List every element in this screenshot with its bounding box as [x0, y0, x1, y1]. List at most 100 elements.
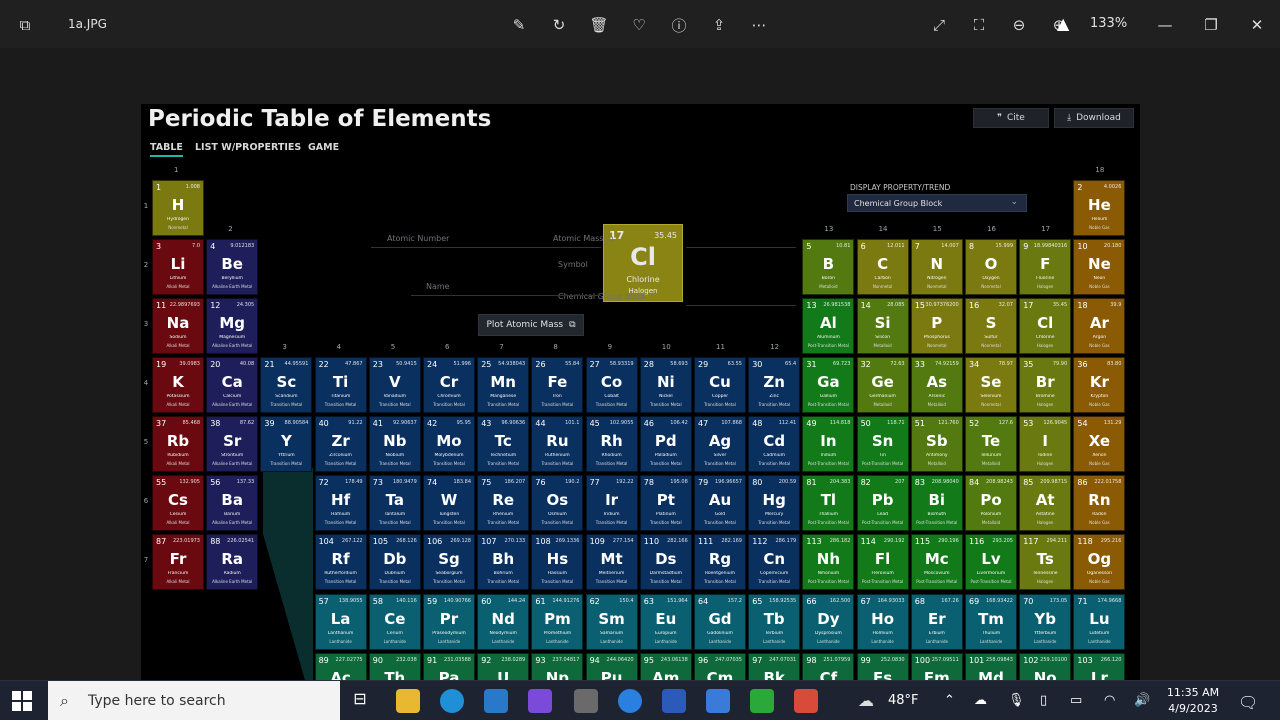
element-cell-re[interactable]: 75 186.207 Re Rhenium Transition Metal — [477, 475, 530, 531]
element-cell-ru[interactable]: 44 101.1 Ru Ruthenium Transition Metal — [531, 416, 584, 472]
element-cell-fe[interactable]: 26 55.84 Fe Iron Transition Metal — [531, 357, 584, 413]
element-cell-os[interactable]: 76 190.2 Os Osmium Transition Metal — [531, 475, 584, 531]
element-cell-h[interactable]: 1 1.008 H Hydrogen Nonmetal — [152, 180, 204, 236]
mail-icon[interactable] — [484, 689, 508, 713]
element-cell-fl[interactable]: 114 290.192 Fl Flerovium Post-Transition Met… — [856, 534, 909, 590]
element-cell-ag[interactable]: 47 107.868 Ag Silver Transition Metal — [694, 416, 746, 472]
element-cell-cr[interactable]: 24 51.996 Cr Chromium Transition Metal — [423, 357, 475, 413]
element-cell-co[interactable]: 27 58.93319 Co Cobalt Transition Metal — [585, 357, 638, 413]
download-button[interactable]: ⤓ Download — [1054, 108, 1134, 128]
element-cell-rf[interactable]: 104 267.122 Rf Rutherfordium Transition Meta… — [314, 534, 367, 590]
element-cell-as[interactable]: 33 74.92159 As Arsenic Metalloid — [910, 357, 963, 413]
file-explorer-icon[interactable] — [396, 689, 420, 713]
element-cell-cd[interactable]: 48 112.41 Cd Cadmium Transition Metal — [748, 416, 801, 472]
tab-list-properties[interactable]: LIST W/PROPERTIES — [195, 142, 301, 153]
element-cell-fr[interactable]: 87 223.01973 Fr Francium Alkali Metal — [152, 534, 204, 590]
element-cell-ti[interactable]: 22 47.867 Ti Titanium Transition Metal — [314, 357, 367, 413]
element-cell-mn[interactable]: 25 54.938043 Mn Manganese Transition Metal — [477, 357, 530, 413]
element-cell-s[interactable]: 16 32.07 S Sulfur Nonmetal — [965, 298, 1017, 354]
device-icon[interactable]: ▯ — [1040, 693, 1047, 708]
element-cell-at[interactable]: 85 209.98715 At Astatine Halogen — [1019, 475, 1072, 531]
tab-game[interactable]: GAME — [308, 142, 339, 153]
windows-start-icon[interactable] — [12, 691, 32, 711]
wifi-icon[interactable]: ◠ — [1104, 693, 1115, 708]
element-cell-se[interactable]: 34 78.97 Se Selenium Nonmetal — [965, 357, 1017, 413]
element-cell-nd[interactable]: 60 144.24 Nd Neodymium Lanthanide — [477, 594, 530, 650]
app-icon[interactable] — [794, 689, 818, 713]
app-icon[interactable] — [750, 689, 774, 713]
element-cell-al[interactable]: 13 26.981538 Al Aluminum Post-Transition Met… — [802, 298, 855, 354]
fit-screen-icon[interactable]: ⛶ — [968, 14, 990, 36]
element-cell-pt[interactable]: 78 195.08 Pt Platinum Transition Metal — [639, 475, 692, 531]
element-cell-v[interactable]: 23 50.9415 V Vanadium Transition Metal — [368, 357, 421, 413]
element-cell-la[interactable]: 57 138.9055 La Lanthanum Lanthanide — [314, 594, 367, 650]
element-cell-er[interactable]: 68 167.26 Er Erbium Lanthanide — [910, 594, 963, 650]
element-cell-ne[interactable]: 10 20.180 Ne Neon Noble Gas — [1073, 239, 1126, 295]
element-cell-tb[interactable]: 65 158.92535 Tb Terbium Lanthanide — [748, 594, 801, 650]
volume-icon[interactable]: 🔊 — [1134, 693, 1150, 708]
element-cell-pb[interactable]: 82 207 Pb Lead Post-Transition Metal — [856, 475, 909, 531]
word-icon[interactable] — [662, 689, 686, 713]
zoom-out-icon[interactable]: ⊖ — [1008, 14, 1030, 36]
close-icon[interactable]: ✕ — [1246, 14, 1268, 36]
display-property-select[interactable]: Chemical Group Block ⌄ — [847, 194, 1027, 212]
element-cell-nh[interactable]: 113 286.182 Nh Nihonium Post-Transition Meta… — [802, 534, 855, 590]
element-cell-sn[interactable]: 50 118.71 Sn Tin Post-Transition Metal — [856, 416, 909, 472]
element-cell-xe[interactable]: 54 131.29 Xe Xenon Noble Gas — [1073, 416, 1126, 472]
task-view-icon[interactable]: ⊟ — [348, 689, 372, 713]
element-cell-w[interactable]: 74 183.84 W Tungsten Transition Metal — [423, 475, 475, 531]
element-cell-in[interactable]: 49 114.818 In Indium Post-Transition Metal — [802, 416, 855, 472]
element-cell-p[interactable]: 15 30.97376200 P Phosphorus Nonmetal — [910, 298, 963, 354]
element-cell-zn[interactable]: 30 65.4 Zn Zinc Transition Metal — [748, 357, 801, 413]
element-cell-db[interactable]: 105 268.126 Db Dubnium Transition Metal — [368, 534, 421, 590]
element-cell-ga[interactable]: 31 69.723 Ga Gallium Post-Transition Metal — [802, 357, 855, 413]
element-cell-lu[interactable]: 71 174.9668 Lu Lutetium Lanthanide — [1073, 594, 1126, 650]
element-cell-n[interactable]: 7 14.007 N Nitrogen Nonmetal — [910, 239, 963, 295]
element-cell-hf[interactable]: 72 178.49 Hf Hafnium Transition Metal — [314, 475, 367, 531]
element-cell-hg[interactable]: 80 200.59 Hg Mercury Transition Metal — [748, 475, 801, 531]
element-cell-ho[interactable]: 67 164.93033 Ho Holmium Lanthanide — [856, 594, 909, 650]
element-cell-sb[interactable]: 51 121.760 Sb Antimony Metalloid — [910, 416, 963, 472]
element-cell-ds[interactable]: 110 282.166 Ds Darmstadtium Transition Metal — [639, 534, 692, 590]
notifications-icon[interactable]: 🗨 — [1238, 693, 1258, 712]
element-cell-pm[interactable]: 61 144.91276 Pm Promethium Lanthanide — [531, 594, 584, 650]
photos-icon[interactable] — [706, 689, 730, 713]
element-cell-si[interactable]: 14 28.085 Si Silicon Metalloid — [856, 298, 909, 354]
element-cell-au[interactable]: 79 196.96657 Au Gold Transition Metal — [694, 475, 746, 531]
battery-icon[interactable]: ▭ — [1070, 693, 1082, 708]
element-cell-lv[interactable]: 116 293.205 Lv Livermorium Post-Transition M… — [965, 534, 1017, 590]
element-cell-hs[interactable]: 108 269.1336 Hs Hassium Transition Metal — [531, 534, 584, 590]
element-cell-cu[interactable]: 29 63.55 Cu Copper Transition Metal — [694, 357, 746, 413]
more-options-icon[interactable]: ⋯ — [748, 14, 770, 36]
weather-temp[interactable]: 48°F — [888, 693, 919, 708]
element-cell-b[interactable]: 5 10.81 B Boron Metalloid — [802, 239, 855, 295]
element-cell-te[interactable]: 52 127.6 Te Tellurium Metalloid — [965, 416, 1017, 472]
element-cell-na[interactable]: 11 22.9897693 Na Sodium Alkali Metal — [152, 298, 204, 354]
tab-table[interactable]: TABLE — [150, 142, 183, 157]
element-cell-i[interactable]: 53 126.9045 I Iodine Halogen — [1019, 416, 1072, 472]
element-cell-tc[interactable]: 43 96.90636 Tc Technetium Transition Metal — [477, 416, 530, 472]
element-cell-pr[interactable]: 59 140.90766 Pr Praseodymium Lanthanide — [423, 594, 475, 650]
edit-image-icon[interactable]: ✎ — [508, 14, 530, 36]
element-cell-c[interactable]: 6 12.011 C Carbon Nonmetal — [856, 239, 909, 295]
element-cell-dy[interactable]: 66 162.500 Dy Dysprosium Lanthanide — [802, 594, 855, 650]
info-icon[interactable]: ⓘ — [668, 14, 690, 36]
element-cell-zr[interactable]: 40 91.22 Zr Zirconium Transition Metal — [314, 416, 367, 472]
element-cell-ra[interactable]: 88 226.02541 Ra Radium Alkaline Earth Metal — [206, 534, 259, 590]
element-cell-cs[interactable]: 55 132.905 Cs Cesium Alkali Metal — [152, 475, 204, 531]
element-cell-f[interactable]: 9 18.99840316 F Fluorine Halogen — [1019, 239, 1072, 295]
maximize-icon[interactable]: ❐ — [1200, 14, 1222, 36]
chevron-up-icon[interactable]: ⌃ — [944, 693, 955, 708]
element-cell-be[interactable]: 4 9.012183 Be Beryllium Alkaline Earth Metal — [206, 239, 259, 295]
element-cell-rb[interactable]: 37 85.468 Rb Rubidium Alkali Metal — [152, 416, 204, 472]
element-cell-ce[interactable]: 58 140.116 Ce Cerium Lanthanide — [368, 594, 421, 650]
element-cell-br[interactable]: 35 79.90 Br Bromine Halogen — [1019, 357, 1072, 413]
element-cell-he[interactable]: 2 4.0026 He Helium Noble Gas — [1073, 180, 1126, 236]
element-cell-sm[interactable]: 62 150.4 Sm Samarium Lanthanide — [585, 594, 638, 650]
element-cell-bh[interactable]: 107 270.133 Bh Bohrium Transition Metal — [477, 534, 530, 590]
element-cell-ni[interactable]: 28 58.693 Ni Nickel Transition Metal — [639, 357, 692, 413]
element-cell-rh[interactable]: 45 102.9055 Rh Rhodium Transition Metal — [585, 416, 638, 472]
share-icon[interactable]: ⇪ — [708, 14, 730, 36]
rotate-icon[interactable]: ↻ — [548, 14, 570, 36]
element-cell-yb[interactable]: 70 173.05 Yb Ytterbium Lanthanide — [1019, 594, 1072, 650]
